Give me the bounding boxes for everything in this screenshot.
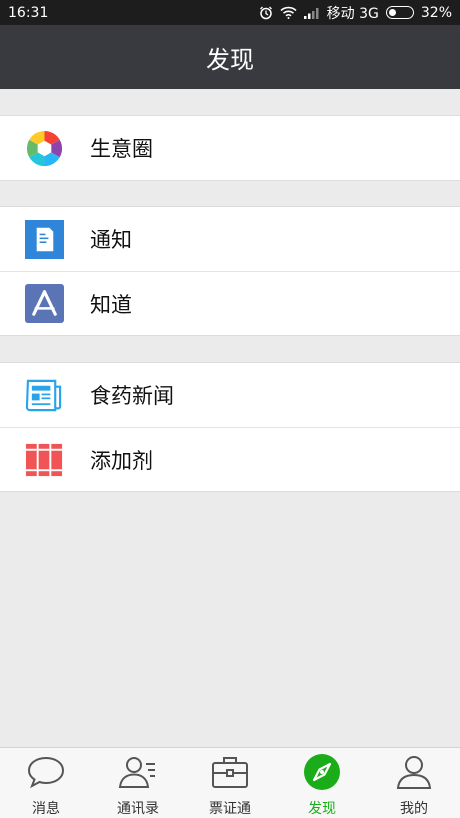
wifi-icon (280, 6, 297, 19)
list-item-know[interactable]: 知道 (0, 271, 460, 335)
status-bar: 16:31 移动 3G 32% (0, 0, 460, 25)
group-food-safety: 食药新闻 添加剂 (0, 362, 460, 492)
aperture-icon (25, 129, 64, 168)
battery-percent: 32% (420, 4, 452, 21)
tab-tickets[interactable]: 票证通 (184, 748, 276, 818)
page-title: 发现 (206, 45, 254, 74)
tab-label: 通讯录 (117, 801, 159, 817)
tab-discover[interactable]: 发现 (276, 748, 368, 818)
compass-icon (302, 753, 342, 791)
list-item-food-news[interactable]: 食药新闻 (0, 363, 460, 427)
battery-icon (385, 6, 414, 19)
briefcase-icon (210, 753, 250, 791)
person-icon (394, 753, 434, 791)
list-item-notice[interactable]: 通知 (0, 207, 460, 271)
carrier-label: 移动 3G (326, 5, 379, 22)
chat-bubble-icon (26, 753, 66, 791)
notice-document-icon (25, 219, 64, 259)
group-business: 生意圈 (0, 115, 460, 181)
newspaper-icon (25, 376, 64, 415)
battery-fill (388, 9, 396, 16)
list-item-additives[interactable]: 添加剂 (0, 427, 460, 491)
tab-me[interactable]: 我的 (368, 748, 460, 818)
tab-label: 发现 (308, 801, 336, 817)
contacts-icon (118, 753, 158, 791)
page-header: 发现 (0, 25, 460, 89)
alarm-icon (259, 6, 273, 20)
tab-contacts[interactable]: 通讯录 (92, 748, 184, 818)
list-item-label: 生意圈 (90, 137, 153, 161)
status-time: 16:31 (8, 4, 49, 21)
tab-messages[interactable]: 消息 (0, 748, 92, 818)
books-icon (25, 440, 64, 479)
bottom-tab-bar: 消息 通讯录 票证通 发现 我的 (0, 747, 460, 818)
signal-icon (303, 7, 320, 19)
tab-label: 票证通 (209, 801, 251, 817)
list-item-label: 通知 (90, 228, 132, 252)
app-store-icon (25, 284, 64, 323)
list-item-label: 添加剂 (90, 448, 153, 473)
tab-label: 消息 (32, 801, 60, 817)
tab-label: 我的 (400, 801, 428, 817)
group-info: 通知 知道 (0, 206, 460, 336)
list-item-label: 食药新闻 (90, 384, 174, 408)
list-item-business-circle[interactable]: 生意圈 (0, 116, 460, 180)
list-item-label: 知道 (90, 292, 132, 317)
